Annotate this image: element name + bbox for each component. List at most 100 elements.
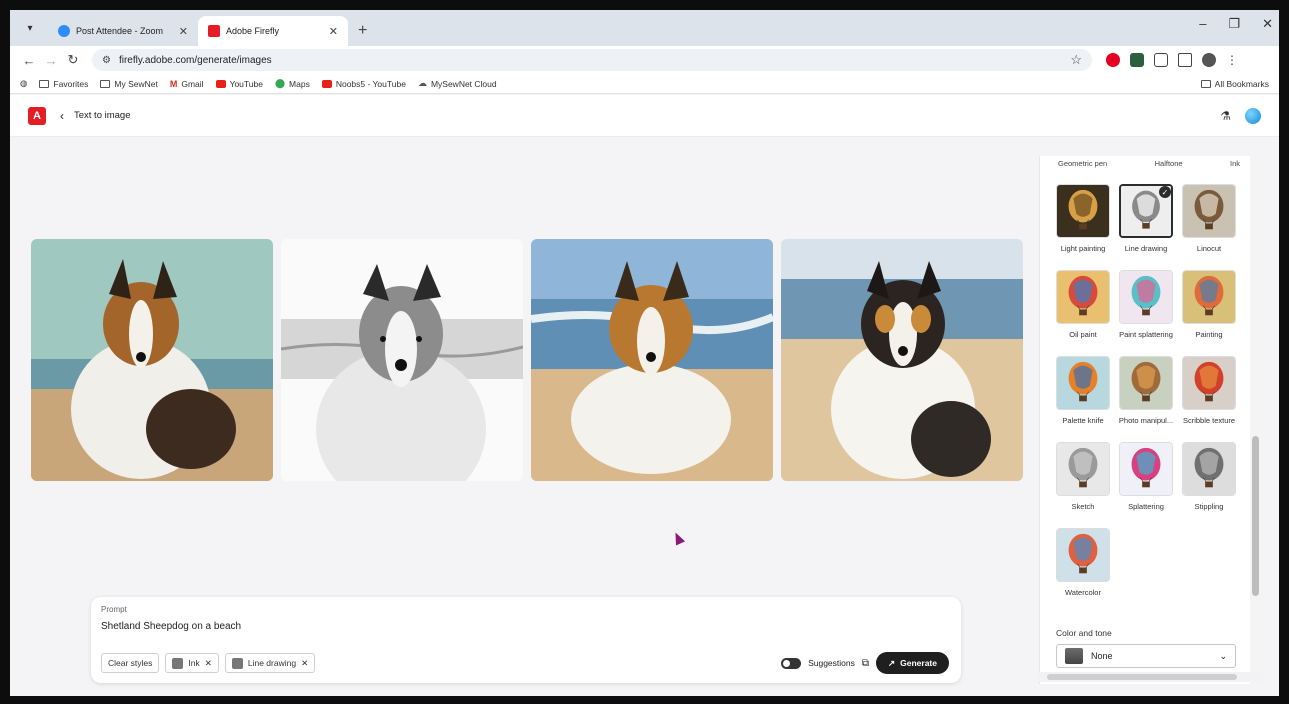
balloon-thumbnail [1120,443,1172,495]
style-thumbnail[interactable] [1182,356,1236,410]
site-info-icon[interactable]: ⚙ [102,55,111,66]
suggestions-toggle[interactable] [781,657,802,669]
balloon-thumbnail [1183,271,1235,323]
style-label: Oil paint [1069,330,1097,339]
style-option[interactable]: Splattering [1119,442,1173,511]
bookmark-favorites[interactable]: Favorites [39,79,88,89]
reload-icon[interactable]: ↻ [62,52,84,68]
style-option[interactable]: Watercolor [1056,528,1110,597]
labs-flask-icon[interactable]: ⚗ [1220,109,1231,123]
puzzle-icon[interactable] [1154,53,1168,67]
chip-ink[interactable]: Ink ✕ [165,653,219,673]
extension-icon[interactable] [1130,53,1144,67]
back-arrow-icon[interactable]: ← [18,53,40,68]
generated-image-2[interactable] [281,239,523,481]
remove-chip-icon[interactable]: ✕ [301,658,308,669]
suggestions-label: Suggestions [808,658,855,668]
remove-chip-icon[interactable]: ✕ [205,658,212,669]
youtube-icon [321,79,332,88]
sheltie-image-1 [31,239,273,481]
style-thumbnail[interactable] [1056,356,1110,410]
clear-styles-button[interactable]: Clear styles [101,653,160,673]
style-option[interactable]: Linocut [1182,184,1236,253]
panel-scrollbar[interactable] [1250,156,1262,684]
bookmark-gmail[interactable]: M Gmail [170,79,204,89]
browser-window: ▾ Post Attendee - Zoom ✕ Adobe Firefly ✕… [10,10,1279,696]
mouse-cursor-icon [670,530,686,546]
bookmark-star-icon[interactable]: ☆ [1070,52,1082,68]
style-option[interactable]: ✓ Line drawing [1119,184,1173,253]
firefly-header: A ‹ Text to image ⚗ [10,95,1279,137]
close-tab-icon[interactable]: ✕ [179,25,188,38]
style-thumbnail[interactable] [1119,356,1173,410]
chevron-left-icon[interactable]: ‹ [60,109,64,123]
style-thumbnail[interactable] [1119,270,1173,324]
style-thumbnail[interactable] [1056,184,1110,238]
style-thumbnail[interactable] [1182,442,1236,496]
style-thumbnail[interactable] [1119,442,1173,496]
tab-search-icon[interactable]: ▾ [16,14,44,42]
all-bookmarks[interactable]: All Bookmarks [1200,79,1269,89]
style-thumb-icon [231,657,243,669]
scrollbar-thumb[interactable] [1252,436,1259,596]
color-tone-select[interactable]: None ⌄ [1056,644,1236,668]
chip-line-drawing[interactable]: Line drawing ✕ [224,653,316,673]
style-option[interactable]: Painting [1182,270,1236,339]
cloud-icon: ☁ [417,78,427,88]
pinterest-icon[interactable] [1106,53,1120,67]
forward-arrow-icon[interactable]: → [40,53,62,68]
minimize-icon[interactable]: – [1199,16,1206,32]
style-option[interactable]: Light painting [1056,184,1110,253]
generated-image-3[interactable] [531,239,773,481]
close-tab-icon[interactable]: ✕ [329,25,338,38]
tab-firefly[interactable]: Adobe Firefly ✕ [198,16,348,46]
sidepanel-icon[interactable] [1178,53,1192,67]
balloon-thumbnail [1120,357,1172,409]
style-option[interactable]: Photo manipul... [1119,356,1173,425]
generated-image-1[interactable] [31,239,273,481]
suggestions-settings-icon[interactable]: ⧉ [862,658,869,669]
balloon-thumbnail [1057,185,1109,237]
chrome-apps-icon[interactable]: ◍ [20,78,27,89]
tab-zoom[interactable]: Post Attendee - Zoom ✕ [48,16,198,46]
new-tab-icon[interactable]: + [358,22,367,40]
style-option[interactable]: Scribble texture [1182,356,1236,425]
generate-button[interactable]: ↗ Generate [876,652,949,674]
style-thumbnail[interactable] [1056,442,1110,496]
style-thumbnail[interactable] [1182,270,1236,324]
style-label: Light painting [1060,244,1106,253]
scrollbar-thumb[interactable] [1047,674,1237,680]
panel-horizontal-scrollbar[interactable] [1039,672,1260,682]
adobe-logo-icon[interactable]: A [28,106,46,125]
color-tone-label: Color and tone [1056,628,1112,638]
style-thumb-icon [172,657,184,669]
style-label[interactable]: Ink [1230,159,1240,168]
prompt-input[interactable]: Shetland Sheepdog on a beach [101,621,951,632]
bookmark-noobs5[interactable]: Noobs5 - YouTube [321,79,406,89]
avatar[interactable] [1245,107,1261,124]
style-option[interactable]: Sketch [1056,442,1110,511]
sheltie-image-4 [781,239,1023,481]
style-label[interactable]: Geometric pen [1058,159,1107,168]
bookmark-maps[interactable]: ⬤ Maps [275,78,310,89]
menu-dots-icon[interactable]: ⋮ [1226,53,1238,67]
bookmark-mysewnet-cloud[interactable]: ☁ MySewNet Cloud [418,78,497,89]
style-option[interactable]: Oil paint [1056,270,1110,339]
browser-toolbar: ← → ↻ ⚙ firefly.adobe.com/generate/image… [10,46,1279,74]
style-thumbnail[interactable] [1056,528,1110,582]
style-option[interactable]: Stippling [1182,442,1236,511]
color-tone-section: Color and tone None ⌄ [1056,628,1236,668]
bookmark-mysewnet[interactable]: My SewNet [100,79,158,89]
style-option[interactable]: Paint splattering [1119,270,1173,339]
style-option[interactable]: Palette knife [1056,356,1110,425]
style-label[interactable]: Halftone [1155,159,1183,168]
restore-icon[interactable]: ❐ [1228,16,1240,32]
generated-image-4[interactable] [781,239,1023,481]
style-thumbnail[interactable] [1056,270,1110,324]
bookmark-youtube[interactable]: YouTube [215,79,263,89]
address-bar[interactable]: ⚙ firefly.adobe.com/generate/images ☆ [92,49,1092,71]
style-thumbnail[interactable] [1182,184,1236,238]
close-window-icon[interactable]: ✕ [1262,16,1273,32]
profile-icon[interactable] [1202,53,1216,67]
checkmark-icon: ✓ [1159,186,1171,198]
